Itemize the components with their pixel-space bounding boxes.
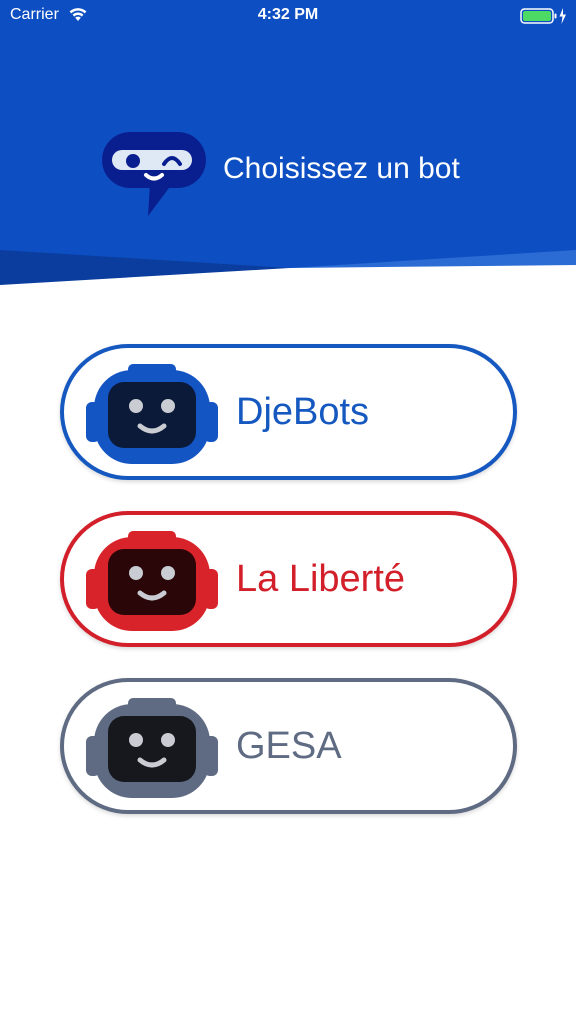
bot-button-la-liberte[interactable]: La Liberté [60, 511, 517, 647]
bot-label: GESA [236, 725, 342, 767]
bot-button-gesa[interactable]: GESA [60, 678, 517, 814]
header: Carrier 4:32 PM Choisissez un bot [0, 0, 576, 290]
clock: 4:32 PM [257, 6, 319, 23]
robot-head-icon [86, 364, 218, 464]
robot-head-icon [86, 531, 218, 631]
bot-label: DjeBots [236, 391, 370, 433]
bot-label: La Liberté [236, 558, 406, 600]
battery-icon [520, 8, 566, 24]
header-background [0, 0, 576, 290]
chatbot-icon [102, 132, 206, 216]
page-title: Choisissez un bot [223, 152, 460, 185]
status-bar: Carrier 4:32 PM [0, 0, 576, 32]
bot-button-djebots[interactable]: DjeBots [60, 344, 517, 480]
robot-head-icon [86, 698, 218, 798]
